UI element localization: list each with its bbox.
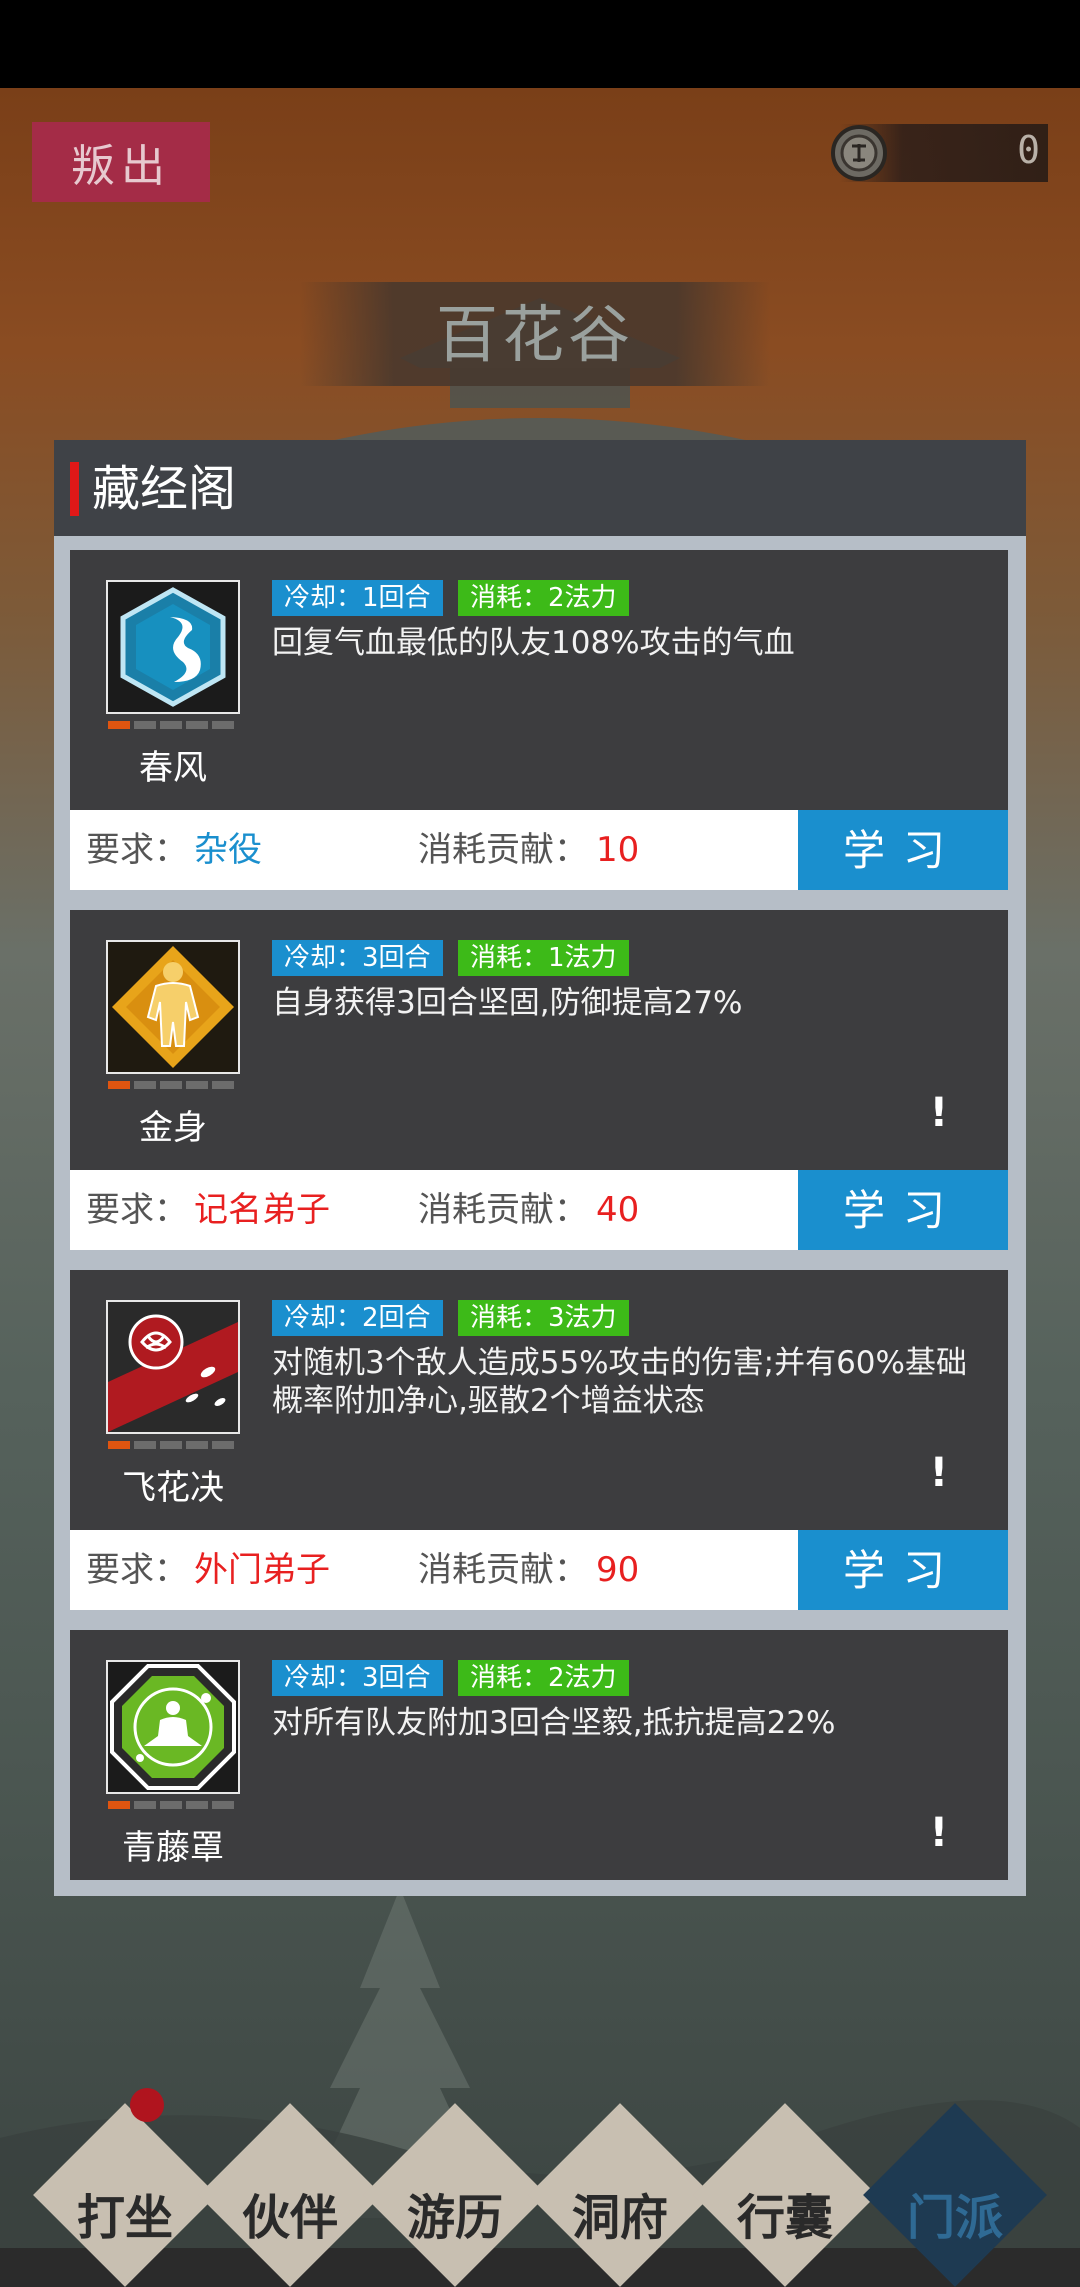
panel-header: 藏经阁 (54, 440, 1026, 536)
skill-level-bar (108, 1081, 234, 1089)
contribution-label: 消耗贡献： (418, 1550, 588, 1590)
skill-description: 对所有队友附加3回合坚毅,抵抗提高22% (272, 1705, 836, 1741)
nav-inventory[interactable]: 行囊 (693, 2103, 877, 2287)
panel-title: 藏经阁 (92, 461, 237, 517)
skill-name: 春风 (139, 748, 207, 788)
skill-level-bar (108, 1801, 234, 1809)
skill-name: 青藤罩 (122, 1828, 224, 1868)
cooldown-tag: 冷却：3回合 (272, 1660, 443, 1696)
nav-label: 打坐 (76, 2190, 173, 2246)
nav-cave[interactable]: 洞府 (528, 2103, 712, 2287)
requirement-value: 外门弟子 (194, 1550, 330, 1590)
skill-level-bar (108, 721, 234, 729)
contribution-value: 90 (596, 1550, 640, 1590)
meditation-icon[interactable] (106, 1660, 240, 1794)
status-bar (0, 0, 1080, 88)
skill-description: 回复气血最低的队友108%攻击的气血 (272, 625, 795, 661)
flying-flower-icon[interactable] (106, 1300, 240, 1434)
requirement-label: 要求： (86, 830, 188, 870)
nav-label: 洞府 (571, 2190, 668, 2246)
nav-companions[interactable]: 伙伴 (198, 2103, 382, 2287)
nav-label: 行囊 (736, 2190, 833, 2246)
mana-cost-tag: 消耗：1法力 (458, 940, 629, 976)
skill-card: 青藤罩 冷却：3回合 消耗：2法力 对所有队友附加3回合坚毅,抵抗提高22% ! (70, 1630, 1008, 1880)
requirement-row: 要求： 记名弟子 消耗贡献： 40 学习 (70, 1170, 1008, 1250)
nav-label: 游历 (406, 2190, 503, 2246)
requirement-row: 要求： 杂役 消耗贡献： 10 学习 (70, 810, 1008, 890)
water-spirit-icon[interactable] (106, 580, 240, 714)
sect-name: 百花谷 (435, 298, 634, 371)
skill-description: 自身获得3回合坚固,防御提高27% (272, 985, 743, 1021)
cooldown-tag: 冷却：1回合 (272, 580, 443, 616)
contribution-value: 40 (596, 1190, 640, 1230)
requirement-label: 要求： (86, 1550, 188, 1590)
requirement-row: 要求： 外门弟子 消耗贡献： 90 学习 (70, 1530, 1008, 1610)
nav-sect[interactable]: 门派 (863, 2103, 1047, 2287)
learn-button[interactable]: 学习 (798, 1530, 1008, 1610)
scripture-library-panel: 藏经阁 春风 冷却：1回合 消耗：2法力 回复气血最低的队友108%攻击的气血 … (54, 440, 1026, 1896)
golden-body-icon[interactable] (106, 940, 240, 1074)
nav-label: 门派 (906, 2190, 1003, 2246)
currency-value: 0 (1017, 128, 1040, 172)
learn-button[interactable]: 学习 (798, 810, 1008, 890)
requirement-label: 要求： (86, 1190, 188, 1230)
warning-icon[interactable]: ! (930, 1810, 948, 1856)
skill-card: 飞花决 冷却：2回合 消耗：3法力 对随机3个敌人造成55%攻击的伤害;并有60… (70, 1270, 1008, 1610)
cooldown-tag: 冷却：2回合 (272, 1300, 443, 1336)
mana-cost-tag: 消耗：3法力 (458, 1300, 629, 1336)
header-accent-bar (70, 462, 79, 516)
contribution-value: 10 (596, 830, 640, 870)
betray-button[interactable]: 叛出 (32, 122, 210, 202)
nav-label: 伙伴 (241, 2190, 338, 2246)
skill-description: 对随机3个敌人造成55%攻击的伤害;并有60%基础概率附加净心,驱散2个增益状态 (272, 1345, 967, 1419)
mana-cost-tag: 消耗：2法力 (458, 580, 629, 616)
warning-icon[interactable]: ! (930, 1090, 948, 1136)
nav-travel[interactable]: 游历 (363, 2103, 547, 2287)
skill-name: 飞花决 (122, 1468, 224, 1508)
skill-name: 金身 (139, 1108, 207, 1148)
contribution-label: 消耗贡献： (418, 1190, 588, 1230)
mana-cost-tag: 消耗：2法力 (458, 1660, 629, 1696)
learn-button[interactable]: 学习 (798, 1170, 1008, 1250)
cooldown-tag: 冷却：3回合 (272, 940, 443, 976)
notification-dot (130, 2088, 164, 2122)
contribution-label: 消耗贡献： (418, 830, 588, 870)
skill-level-bar (108, 1441, 234, 1449)
warning-icon[interactable]: ! (930, 1450, 948, 1496)
requirement-value: 记名弟子 (194, 1190, 330, 1230)
nav-meditate[interactable]: 打坐 (33, 2103, 217, 2287)
requirement-value: 杂役 (194, 830, 262, 870)
skill-card: 金身 冷却：3回合 消耗：1法力 自身获得3回合坚固,防御提高27% ! 要求：… (70, 910, 1008, 1250)
skill-card: 春风 冷却：1回合 消耗：2法力 回复气血最低的队友108%攻击的气血 要求： … (70, 550, 1008, 890)
sect-token-icon (831, 125, 887, 181)
